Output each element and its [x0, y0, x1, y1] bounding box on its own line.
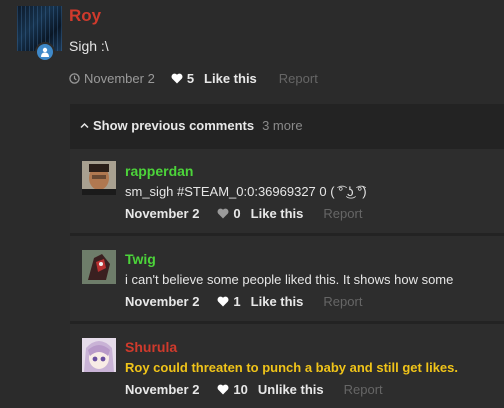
comment-like-count-text: 10: [233, 382, 248, 397]
post-like-count-text: 5: [186, 71, 195, 86]
comment-author[interactable]: rapperdan: [125, 163, 193, 179]
comment-date[interactable]: November 2: [125, 206, 199, 221]
post-date-text: November 2: [84, 71, 155, 86]
comment-author[interactable]: Shurula: [125, 339, 177, 355]
comment-like-button[interactable]: Like this: [251, 206, 304, 221]
comment-like-count: 1: [217, 294, 241, 309]
comment-like-count-text: 1: [233, 294, 241, 309]
heart-icon: [217, 384, 229, 395]
show-previous-label: Show previous comments: [93, 118, 255, 133]
comment-item: Twig i can't believe some people liked t…: [70, 236, 504, 321]
comment-report-link[interactable]: Report: [323, 206, 362, 221]
comment-avatar[interactable]: [82, 338, 116, 372]
comment-date[interactable]: November 2: [125, 294, 199, 309]
comment-date[interactable]: November 2: [125, 382, 199, 397]
heart-icon: [217, 296, 229, 307]
comment-report-link[interactable]: Report: [344, 382, 383, 397]
post-like-count: 5: [171, 71, 194, 86]
comment-text: sm_sigh #STEAM_0:0:36969327 0 ( ͡° ͜ʖ ͡°…: [125, 184, 367, 199]
post-author[interactable]: Roy: [69, 6, 101, 26]
post-report-link[interactable]: Report: [279, 71, 318, 86]
comment-unlike-button[interactable]: Unlike this: [258, 382, 324, 397]
comment-like-count: 0: [217, 206, 241, 221]
comment-avatar[interactable]: [82, 250, 116, 284]
comment-meta: November 2 10 Unlike this Report: [125, 382, 383, 397]
post-meta: November 2 5 Like this Report: [69, 71, 318, 86]
comment-item: Shurula Roy could threaten to punch a ba…: [70, 324, 504, 408]
comment-author[interactable]: Twig: [125, 251, 156, 267]
comment-like-count: 10: [217, 382, 248, 397]
previous-count: 3 more: [262, 118, 303, 133]
comment-avatar[interactable]: [82, 161, 116, 195]
comment-meta: November 2 1 Like this Report: [125, 294, 362, 309]
chevron-up-icon: [80, 122, 89, 129]
show-previous-comments-button[interactable]: Show previous comments 3 more: [80, 118, 303, 133]
comment-text: i can't believe some people liked this. …: [125, 272, 454, 287]
post-date[interactable]: November 2: [69, 71, 155, 86]
comment-like-button[interactable]: Like this: [251, 294, 304, 309]
clock-icon: [69, 73, 80, 84]
comment-text: Roy could threaten to punch a baby and s…: [125, 360, 458, 375]
comment-meta: November 2 0 Like this Report: [125, 206, 362, 221]
comment-like-count-text: 0: [233, 206, 241, 221]
post-like-button[interactable]: Like this: [204, 71, 257, 86]
comment-item: rapperdan sm_sigh #STEAM_0:0:36969327 0 …: [70, 149, 504, 233]
heart-icon: [217, 208, 229, 219]
user-icon: [35, 42, 55, 62]
heart-icon: [171, 73, 183, 84]
post-text: Sigh :\: [69, 38, 109, 54]
comment-report-link[interactable]: Report: [323, 294, 362, 309]
